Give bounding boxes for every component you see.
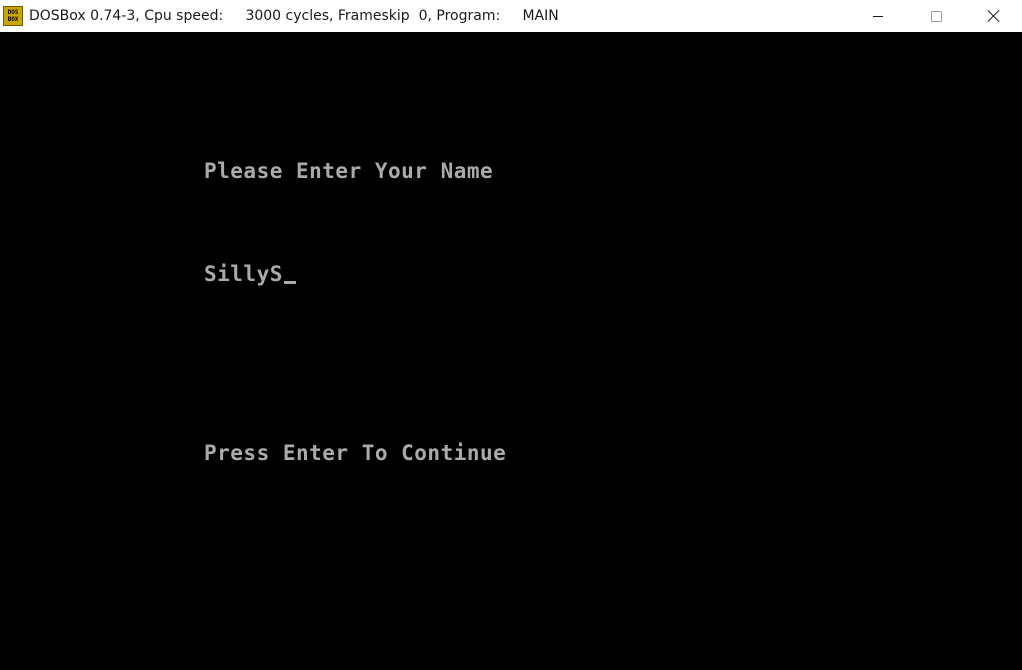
minimize-icon (873, 15, 883, 17)
maximize-button[interactable] (907, 0, 965, 32)
name-input[interactable]: SillyS (204, 262, 296, 286)
continue-prompt: Press Enter To Continue (204, 441, 507, 465)
maximize-icon (930, 10, 942, 22)
name-input-value: SillyS (204, 262, 283, 286)
dosbox-icon[interactable]: DOS BOX (3, 6, 23, 26)
text-cursor (283, 281, 296, 284)
app-icon-label: DOS BOX (7, 9, 19, 23)
close-icon (987, 9, 1001, 23)
dosbox-window: DOS BOX DOSBox 0.74-3, Cpu speed: 3000 cy… (0, 0, 1022, 670)
dos-screen[interactable]: Please Enter Your Name SillyS Press Ente… (0, 32, 1022, 670)
minimize-button[interactable] (849, 0, 907, 32)
title-bar[interactable]: DOS BOX DOSBox 0.74-3, Cpu speed: 3000 cy… (0, 0, 1022, 32)
name-prompt: Please Enter Your Name (204, 159, 494, 183)
window-title: DOSBox 0.74-3, Cpu speed: 3000 cycles, F… (29, 8, 559, 24)
close-button[interactable] (965, 0, 1022, 32)
